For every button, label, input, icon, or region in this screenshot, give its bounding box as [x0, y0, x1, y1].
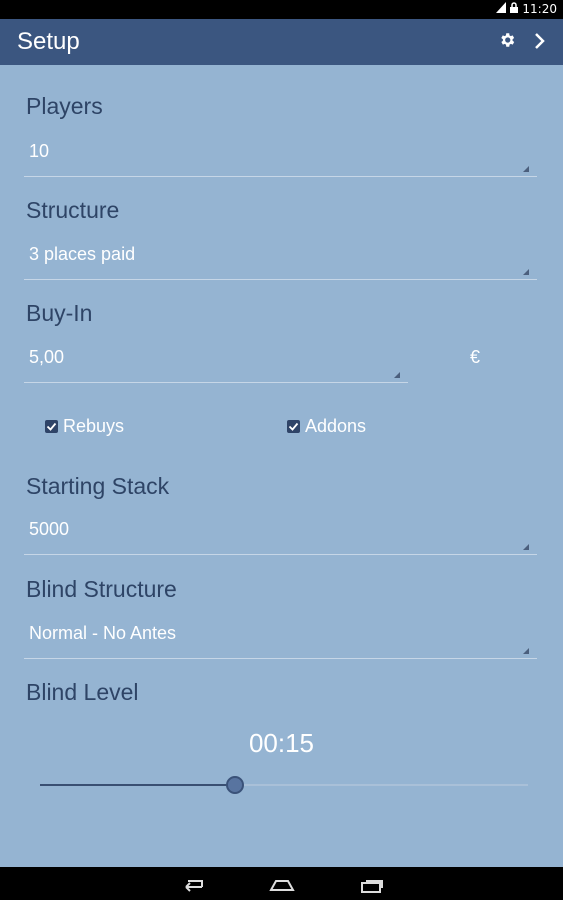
players-spinner[interactable]: 10 [24, 137, 537, 177]
action-bar: Setup [0, 19, 563, 65]
spinner-arrow-icon [394, 372, 400, 378]
status-time: 11:20 [522, 2, 557, 16]
buyin-value: 5,00 [29, 347, 65, 367]
blind-structure-value: Normal - No Antes [29, 623, 177, 643]
players-value: 10 [29, 141, 50, 161]
starting-stack-label: Starting Stack [26, 473, 170, 499]
addons-checkbox[interactable]: Addons [287, 416, 366, 437]
rebuys-checkbox[interactable]: Rebuys [45, 416, 124, 437]
status-bar: 11:20 [0, 0, 563, 19]
currency-symbol: € [470, 347, 481, 367]
slider-thumb[interactable] [226, 776, 244, 794]
structure-label: Structure [26, 197, 120, 223]
starting-stack-value: 5000 [29, 519, 70, 539]
gear-icon[interactable] [497, 31, 517, 51]
spinner-arrow-icon [523, 269, 529, 275]
blind-structure-spinner[interactable]: Normal - No Antes [24, 619, 537, 659]
blind-level-slider[interactable] [40, 775, 528, 795]
spinner-arrow-icon [523, 648, 529, 654]
page-title: Setup [17, 28, 80, 55]
buyin-label: Buy-In [26, 300, 93, 326]
signal-icon [496, 2, 507, 16]
chevron-right-icon[interactable] [532, 29, 548, 53]
starting-stack-spinner[interactable]: 5000 [24, 515, 537, 555]
structure-value: 3 places paid [29, 244, 136, 264]
navigation-bar [0, 867, 563, 900]
spinner-arrow-icon [523, 166, 529, 172]
checkbox-checked-icon [45, 420, 58, 433]
checkbox-checked-icon [287, 420, 300, 433]
home-icon[interactable] [268, 873, 296, 895]
spinner-arrow-icon [523, 544, 529, 550]
recents-icon[interactable] [358, 873, 386, 895]
blind-structure-label: Blind Structure [26, 576, 177, 602]
blind-level-label: Blind Level [26, 679, 139, 705]
blind-level-time: 00:15 [248, 728, 315, 758]
buyin-spinner[interactable]: 5,00 [24, 343, 408, 383]
rebuys-label: Rebuys [63, 416, 125, 436]
players-label: Players [26, 93, 103, 119]
back-icon[interactable] [178, 873, 206, 895]
addons-label: Addons [305, 416, 367, 436]
slider-fill [40, 784, 235, 786]
structure-spinner[interactable]: 3 places paid [24, 240, 537, 280]
lock-icon [510, 2, 519, 16]
